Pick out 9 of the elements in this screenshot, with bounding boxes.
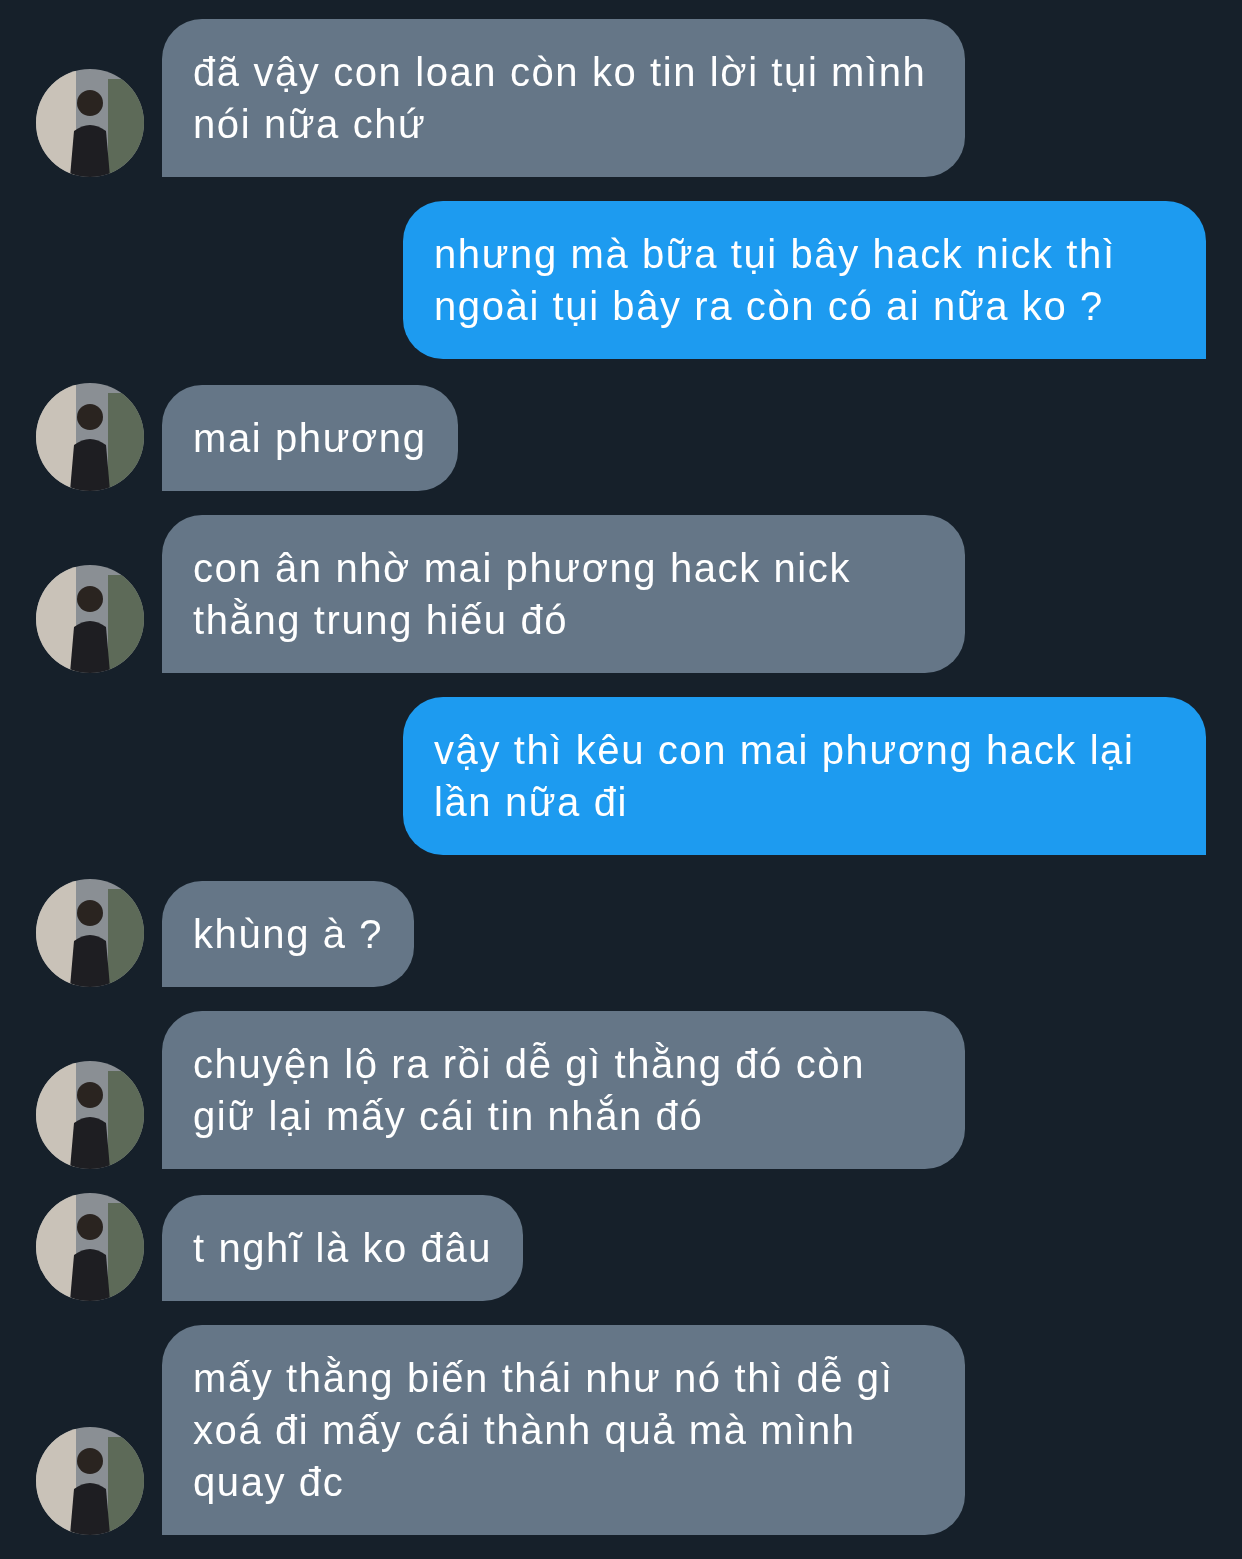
message-bubble: mai phương (162, 385, 458, 491)
message-bubble: khùng à ? (162, 881, 415, 987)
message-bubble: mấy thằng biến thái như nó thì dễ gì xoá đi mấy cái thành quả mà mình quay đc (162, 1325, 965, 1535)
message-bubble: nhưng mà bữa tụi bây hack nick thì ngoài tụi bây ra còn có ai nữa ko ? (403, 201, 1206, 359)
message-bubble: chuyện lộ ra rồi dễ gì thằng đó còn giữ lại mấy cái tin nhắn đó (162, 1011, 965, 1169)
message-bubble: đã vậy con loan còn ko tin lời tụi mình nói nữa chứ (162, 19, 965, 177)
message-bubble: con ân nhờ mai phương hack nick thằng trung hiếu đó (162, 515, 965, 673)
message-bubble: t nghĩ là ko đâu (162, 1195, 524, 1301)
message-bubble: vậy thì kêu con mai phương hack lại lần nữa đi (403, 697, 1206, 855)
